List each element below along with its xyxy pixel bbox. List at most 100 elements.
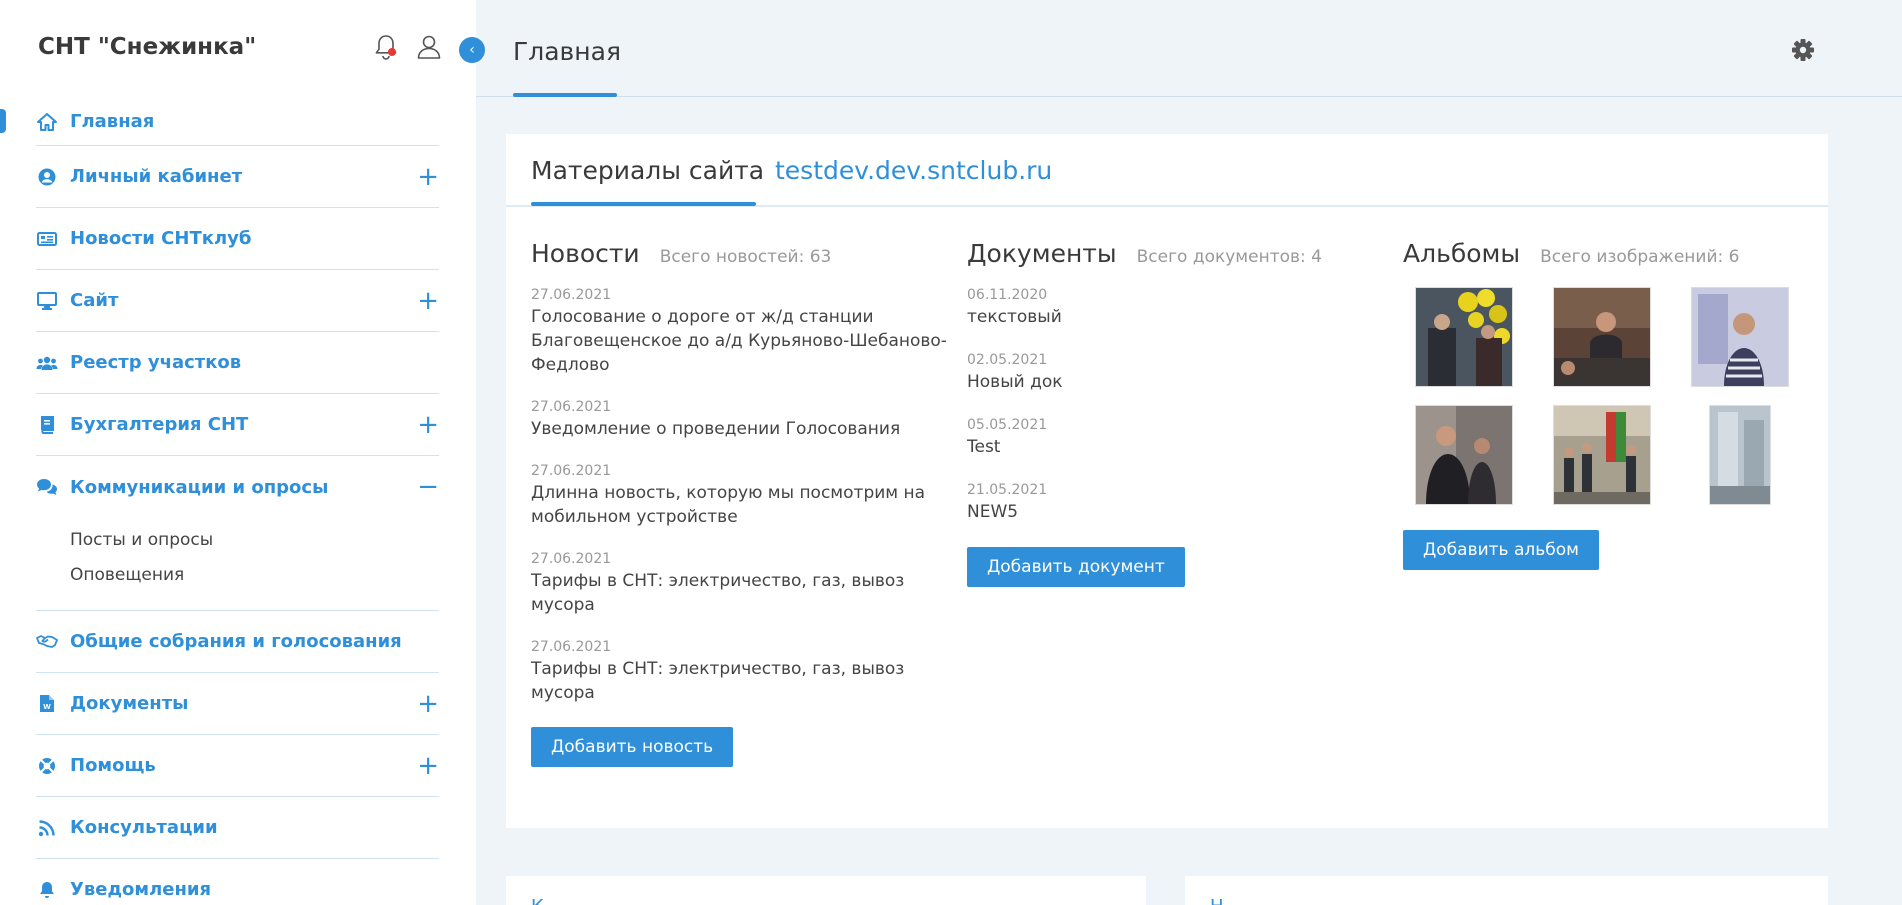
news-date: 27.06.2021 xyxy=(531,551,612,567)
site-materials-card: Материалы сайта testdev.dev.sntclub.ru Н… xyxy=(506,134,1828,828)
bottom-card-right-title: Н xyxy=(1210,896,1224,905)
documents-column: Документы Всего документов: 4 06.11.2020… xyxy=(967,239,1387,587)
word-file-icon: W xyxy=(36,694,58,714)
album-thumbnail[interactable] xyxy=(1415,287,1513,387)
card-header: Материалы сайта testdev.dev.sntclub.ru xyxy=(506,134,1828,207)
news-item: 27.06.2021 Длинна новость, которую мы по… xyxy=(531,463,951,529)
album-thumbnail[interactable] xyxy=(1553,287,1651,387)
document-link[interactable]: Test xyxy=(967,435,1387,459)
sidebar-item-label: Общие собрания и голосования xyxy=(70,631,402,652)
sidebar-item-notifications[interactable]: Уведомления xyxy=(36,859,439,905)
sidebar-nav: Главная Личный кабинет + Новости СНТклуб… xyxy=(36,98,439,905)
sidebar-item-home[interactable]: Главная xyxy=(36,98,439,146)
submenu-item-alerts[interactable]: Оповещения xyxy=(70,557,439,592)
sidebar-item-communications[interactable]: Коммуникации и опросы − xyxy=(36,456,439,518)
album-thumbnail-grid xyxy=(1415,287,1823,505)
sidebar-item-meetings-voting[interactable]: Общие собрания и голосования xyxy=(36,611,439,673)
sidebar-item-label: Помощь xyxy=(70,755,156,776)
document-date: 06.11.2020 xyxy=(967,287,1048,303)
albums-title: Альбомы xyxy=(1403,239,1521,268)
document-link[interactable]: NEW5 xyxy=(967,500,1387,524)
document-link[interactable]: Новый док xyxy=(967,370,1387,394)
handshake-icon xyxy=(36,632,58,652)
news-count: Всего новостей: 63 xyxy=(659,247,832,267)
sidebar-item-accounting[interactable]: Бухгалтерия СНТ + xyxy=(36,394,439,456)
card-title: Материалы сайта xyxy=(531,156,765,185)
sidebar-item-label: Консультации xyxy=(70,817,218,838)
news-item: 27.06.2021 Уведомление о проведении Голо… xyxy=(531,399,951,441)
newspaper-icon xyxy=(36,229,58,249)
news-item: 27.06.2021 Голосование о дороге от ж/д с… xyxy=(531,287,951,377)
sidebar-item-label: Уведомления xyxy=(70,879,212,900)
album-thumbnail[interactable] xyxy=(1709,405,1771,505)
news-link[interactable]: Голосование о дороге от ж/д станции Благ… xyxy=(531,305,951,377)
site-domain-link[interactable]: testdev.dev.sntclub.ru xyxy=(775,156,1052,185)
add-news-button[interactable]: Добавить новость xyxy=(531,727,734,767)
album-thumbnail[interactable] xyxy=(1691,287,1789,387)
home-icon xyxy=(36,112,58,132)
sidebar-item-plot-registry[interactable]: Реестр участков xyxy=(36,332,439,394)
gear-icon[interactable] xyxy=(1789,36,1817,64)
expand-toggle[interactable]: + xyxy=(417,164,439,190)
active-item-marker xyxy=(0,109,6,133)
page-title: Главная xyxy=(513,37,621,66)
sidebar-item-help[interactable]: Помощь + xyxy=(36,735,439,797)
news-item: 27.06.2021 Тарифы в СНТ: электричество, … xyxy=(531,551,951,617)
bottom-card-left: К xyxy=(506,876,1146,905)
album-thumbnail[interactable] xyxy=(1553,405,1651,505)
sidebar-item-label: Документы xyxy=(70,693,189,714)
news-date: 27.06.2021 xyxy=(531,639,612,655)
add-album-button[interactable]: Добавить альбом xyxy=(1403,530,1599,570)
news-date: 27.06.2021 xyxy=(531,399,612,415)
user-profile-icon[interactable] xyxy=(414,32,444,62)
document-item: 05.05.2021 Test xyxy=(967,417,1387,459)
rss-icon xyxy=(36,818,58,838)
top-bar: Главная xyxy=(476,0,1902,97)
lifebuoy-icon xyxy=(36,756,58,776)
comments-icon xyxy=(36,477,58,497)
expand-toggle[interactable]: + xyxy=(417,412,439,438)
sidebar-item-sntclub-news[interactable]: Новости СНТклуб xyxy=(36,208,439,270)
sidebar-item-consultations[interactable]: Консультации xyxy=(36,797,439,859)
news-title: Новости xyxy=(531,239,640,268)
news-link[interactable]: Тарифы в СНТ: электричество, газ, вывоз … xyxy=(531,657,951,705)
collapse-toggle[interactable]: − xyxy=(417,474,439,500)
news-link[interactable]: Тарифы в СНТ: электричество, газ, вывоз … xyxy=(531,569,951,617)
sidebar-item-label: Новости СНТклуб xyxy=(70,228,252,249)
sidebar-item-documents[interactable]: W Документы + xyxy=(36,673,439,735)
page-tab-indicator xyxy=(513,93,617,97)
albums-column: Альбомы Всего изображений: 6 Добавить ал… xyxy=(1403,239,1823,570)
news-date: 27.06.2021 xyxy=(531,463,612,479)
expand-toggle[interactable]: + xyxy=(417,691,439,717)
album-thumbnail[interactable] xyxy=(1415,405,1513,505)
document-date: 02.05.2021 xyxy=(967,352,1048,368)
users-icon xyxy=(36,353,58,373)
card-tab-indicator xyxy=(531,202,756,206)
document-link[interactable]: текстовый xyxy=(967,305,1387,329)
sidebar: СНТ "Снежинка" Главная Личный кабинет + xyxy=(0,0,476,905)
albums-count: Всего изображений: 6 xyxy=(1540,247,1740,267)
user-circle-icon xyxy=(36,167,58,187)
sidebar-item-personal-cabinet[interactable]: Личный кабинет + xyxy=(36,146,439,208)
documents-title: Документы xyxy=(967,239,1117,268)
bottom-card-right: Н xyxy=(1185,876,1828,905)
brand-title: СНТ "Снежинка" xyxy=(38,34,257,60)
documents-header: Документы Всего документов: 4 xyxy=(967,239,1387,268)
sidebar-item-site[interactable]: Сайт + xyxy=(36,270,439,332)
news-link[interactable]: Длинна новость, которую мы посмотрим на … xyxy=(531,481,951,529)
expand-toggle[interactable]: + xyxy=(417,288,439,314)
news-link[interactable]: Уведомление о проведении Голосования xyxy=(531,417,951,441)
book-icon xyxy=(36,415,58,435)
add-document-button[interactable]: Добавить документ xyxy=(967,547,1185,587)
svg-text:W: W xyxy=(43,703,51,711)
bell-icon[interactable] xyxy=(371,32,401,62)
sidebar-item-label: Сайт xyxy=(70,290,119,311)
bell-icon xyxy=(36,880,58,900)
sidebar-collapse-button[interactable]: ‹ xyxy=(459,37,485,63)
document-date: 21.05.2021 xyxy=(967,482,1048,498)
submenu-item-posts-polls[interactable]: Посты и опросы xyxy=(70,522,439,557)
sidebar-item-label: Реестр участков xyxy=(70,352,242,373)
news-column: Новости Всего новостей: 63 27.06.2021 Го… xyxy=(531,239,951,767)
document-item: 21.05.2021 NEW5 xyxy=(967,482,1387,524)
expand-toggle[interactable]: + xyxy=(417,753,439,779)
